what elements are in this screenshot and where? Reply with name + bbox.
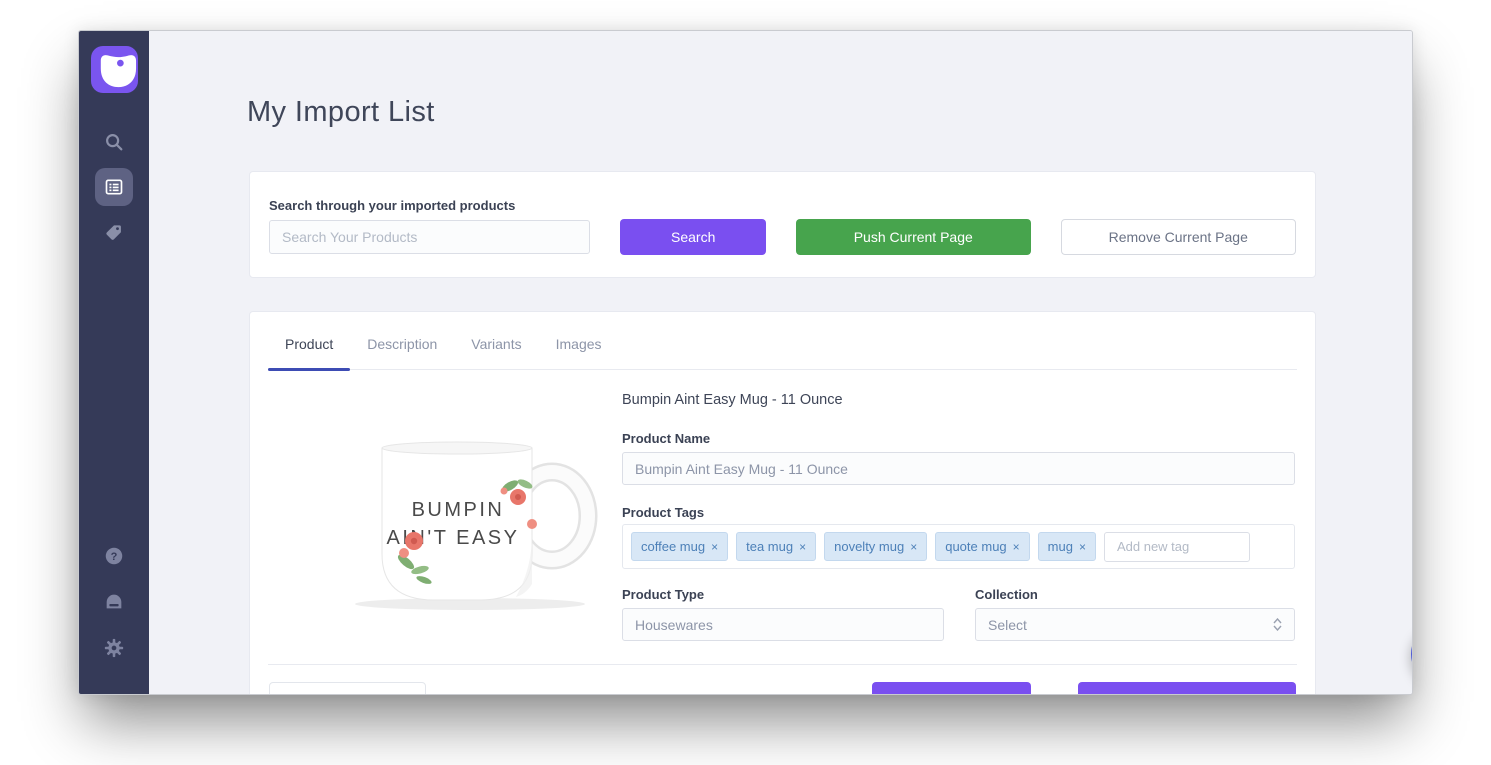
search-panel: Search through your imported products Se… [249,171,1316,278]
tag-label: tea mug [746,539,793,554]
sidebar-item-settings[interactable] [95,629,133,667]
tag-remove-icon[interactable]: × [910,540,917,554]
search-icon [103,131,125,153]
product-image: BUMPIN AIN'T EASY [320,434,630,614]
product-title: Bumpin Aint Easy Mug - 11 Ounce [622,392,843,408]
tab-images[interactable]: Images [539,312,619,369]
search-input[interactable] [269,220,590,254]
list-icon [104,177,124,197]
help-icon: ? [103,545,125,567]
sidebar-item-help[interactable]: ? [95,537,133,575]
sidebar-item-tags[interactable] [95,213,133,251]
mug-image: BUMPIN AIN'T EASY [320,434,630,614]
remove-current-page-button[interactable]: Remove Current Page [1061,219,1296,255]
footer-divider [268,664,1297,665]
tag-icon [104,222,124,242]
collection-selected-value: Select [988,617,1027,633]
product-tags-field: coffee mug × tea mug × novelty mug × quo… [622,524,1295,569]
pocket-logo-icon [91,46,138,93]
sidebar-item-search[interactable] [95,123,133,161]
svg-text:BUMPIN: BUMPIN [412,499,505,521]
sidebar-item-import-list[interactable] [95,168,133,206]
shop-icon [103,591,125,613]
tag-label: coffee mug [641,539,705,554]
tag-remove-icon[interactable]: × [799,540,806,554]
remove-product-button[interactable]: Remove Product [269,682,426,695]
product-panel: Product Description Variants Images BUMP… [249,311,1316,695]
sidebar-item-shop[interactable] [95,583,133,621]
product-name-label: Product Name [622,431,710,446]
chat-launcher-button[interactable] [1411,623,1413,685]
push-current-page-button[interactable]: Push Current Page [796,219,1030,255]
push-to-store-button[interactable]: Push To Store [1078,682,1296,695]
tab-variants[interactable]: Variants [454,312,538,369]
tab-description[interactable]: Description [350,312,454,369]
tag-chip[interactable]: coffee mug × [631,532,728,561]
app-window: ? [78,30,1413,695]
product-tabs: Product Description Variants Images [268,312,1297,370]
select-chevrons-icon [1273,618,1282,631]
app-logo[interactable] [91,46,138,93]
tab-product[interactable]: Product [268,312,350,369]
sidebar: ? [79,31,149,694]
tag-label: novelty mug [834,539,904,554]
product-name-input[interactable] [622,452,1295,485]
collection-select[interactable]: Select [975,608,1295,641]
page-title: My Import List [247,96,435,129]
tag-chip[interactable]: quote mug × [935,532,1029,561]
collection-label: Collection [975,587,1038,602]
tag-chip[interactable]: mug × [1038,532,1096,561]
product-type-label: Product Type [622,587,704,602]
add-tag-input[interactable] [1104,532,1250,562]
product-type-input[interactable] [622,608,944,641]
tag-label: quote mug [945,539,1006,554]
tag-chip[interactable]: novelty mug × [824,532,927,561]
gear-icon [103,637,125,659]
tag-chip[interactable]: tea mug × [736,532,816,561]
product-tags-label: Product Tags [622,505,704,520]
search-label: Search through your imported products [269,198,515,213]
search-button[interactable]: Search [620,219,766,255]
main-content: My Import List Search through your impor… [149,31,1412,694]
tag-remove-icon[interactable]: × [1079,540,1086,554]
tag-remove-icon[interactable]: × [711,540,718,554]
save-button[interactable]: Save [872,682,1031,695]
product-footer: Remove Product Save Push To Store [250,682,1315,695]
tag-remove-icon[interactable]: × [1013,540,1020,554]
svg-text:?: ? [111,551,118,563]
tag-label: mug [1048,539,1073,554]
